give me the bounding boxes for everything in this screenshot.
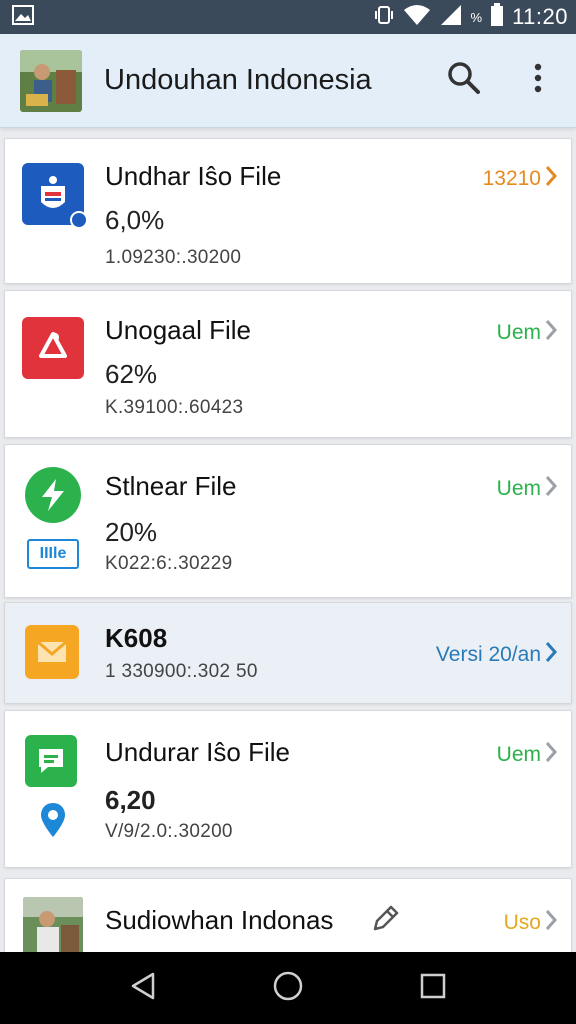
photo-avatar-icon (23, 897, 83, 957)
chevron-right-icon (545, 319, 558, 347)
battery-percent: % (470, 9, 483, 25)
item-meta: K022:6:.30229 (105, 553, 233, 574)
clock: 11:20 (512, 4, 568, 29)
hanger-app-icon (22, 317, 84, 379)
location-pin-icon (39, 801, 67, 844)
list-item[interactable]: IIIle Stlnear File 20% K022:6:.30229 Uem (4, 444, 572, 598)
list-item[interactable]: Undurar Iŝo File 6,20 V/9/2.0:.30200 Uem (4, 710, 572, 868)
system-nav-bar (0, 952, 576, 1024)
item-action-label: Uso (503, 911, 541, 934)
item-meta: 1 330900:.302 50 (105, 661, 258, 682)
item-action-label: Uem (496, 321, 541, 344)
chevron-right-icon (545, 909, 558, 937)
lightning-app-icon (25, 467, 81, 523)
home-icon (272, 970, 304, 1007)
item-meta: V/9/2.0:.30200 (105, 821, 233, 842)
mail-app-icon (25, 625, 79, 679)
item-name: Unogaal File (105, 315, 251, 345)
signal-icon (439, 4, 463, 31)
battery-icon (490, 2, 504, 32)
home-button[interactable] (263, 963, 313, 1013)
item-name: Sudiowhan Indonas (105, 905, 334, 935)
item-action[interactable]: Uem (496, 741, 558, 769)
recents-button[interactable] (408, 963, 458, 1013)
list-item[interactable]: K608 1 330900:.302 50 Versi 20/an (4, 602, 572, 704)
chat-app-icon (25, 735, 77, 787)
item-action[interactable]: Uso (503, 909, 558, 937)
item-meta: K.39100:.60423 (105, 397, 244, 418)
search-icon (447, 61, 481, 100)
more-options-button[interactable] (518, 61, 558, 101)
chevron-right-icon (545, 165, 558, 193)
item-action[interactable]: 13210 (482, 165, 558, 193)
item-action[interactable]: Versi 20/an (435, 641, 558, 669)
back-button[interactable] (118, 963, 168, 1013)
edit-icon (371, 903, 401, 938)
item-action[interactable]: Uem (496, 319, 558, 347)
item-percent: 6,20 (105, 785, 156, 815)
item-name: Stlnear File (105, 471, 237, 501)
search-button[interactable] (444, 61, 484, 101)
sub-badge: IIIle (27, 539, 79, 569)
item-action-label: Uem (496, 477, 541, 500)
wifi-icon (403, 4, 431, 31)
item-action-label: Versi 20/an (435, 643, 541, 666)
item-name: Undurar Iŝo File (105, 737, 290, 767)
list-item[interactable]: Unogaal File 62% K.39100:.60423 Uem (4, 290, 572, 438)
app-avatar[interactable] (20, 49, 82, 112)
item-percent: 20% (105, 517, 158, 547)
item-action-label: 13210 (482, 167, 541, 190)
item-name: K608 (105, 623, 168, 653)
chevron-right-icon (545, 641, 558, 669)
shield-app-icon (22, 163, 88, 229)
item-meta: 1.09230:.30200 (105, 247, 242, 268)
item-action[interactable]: Uem (496, 475, 558, 503)
back-icon (129, 971, 157, 1006)
more-vert-icon (534, 63, 542, 98)
item-action-label: Uem (496, 743, 541, 766)
vibrate-icon (373, 4, 395, 31)
chevron-right-icon (545, 741, 558, 769)
status-bar: % 11:20 (0, 0, 576, 34)
list-item[interactable]: Undhar Iŝo File 6,0% 1.09230:.30200 1321… (4, 138, 572, 284)
app-bar: Undouhan Indonesia (0, 34, 576, 128)
item-name: Undhar Iŝo File (105, 161, 282, 191)
item-percent: 6,0% (105, 205, 165, 235)
list-item[interactable]: Sudiowhan Indonas Uso (4, 878, 572, 958)
item-percent: 62% (105, 359, 158, 389)
page-title: Undouhan Indonesia (104, 64, 372, 96)
recents-icon (419, 972, 447, 1005)
image-icon (12, 4, 34, 30)
chevron-right-icon (545, 475, 558, 503)
